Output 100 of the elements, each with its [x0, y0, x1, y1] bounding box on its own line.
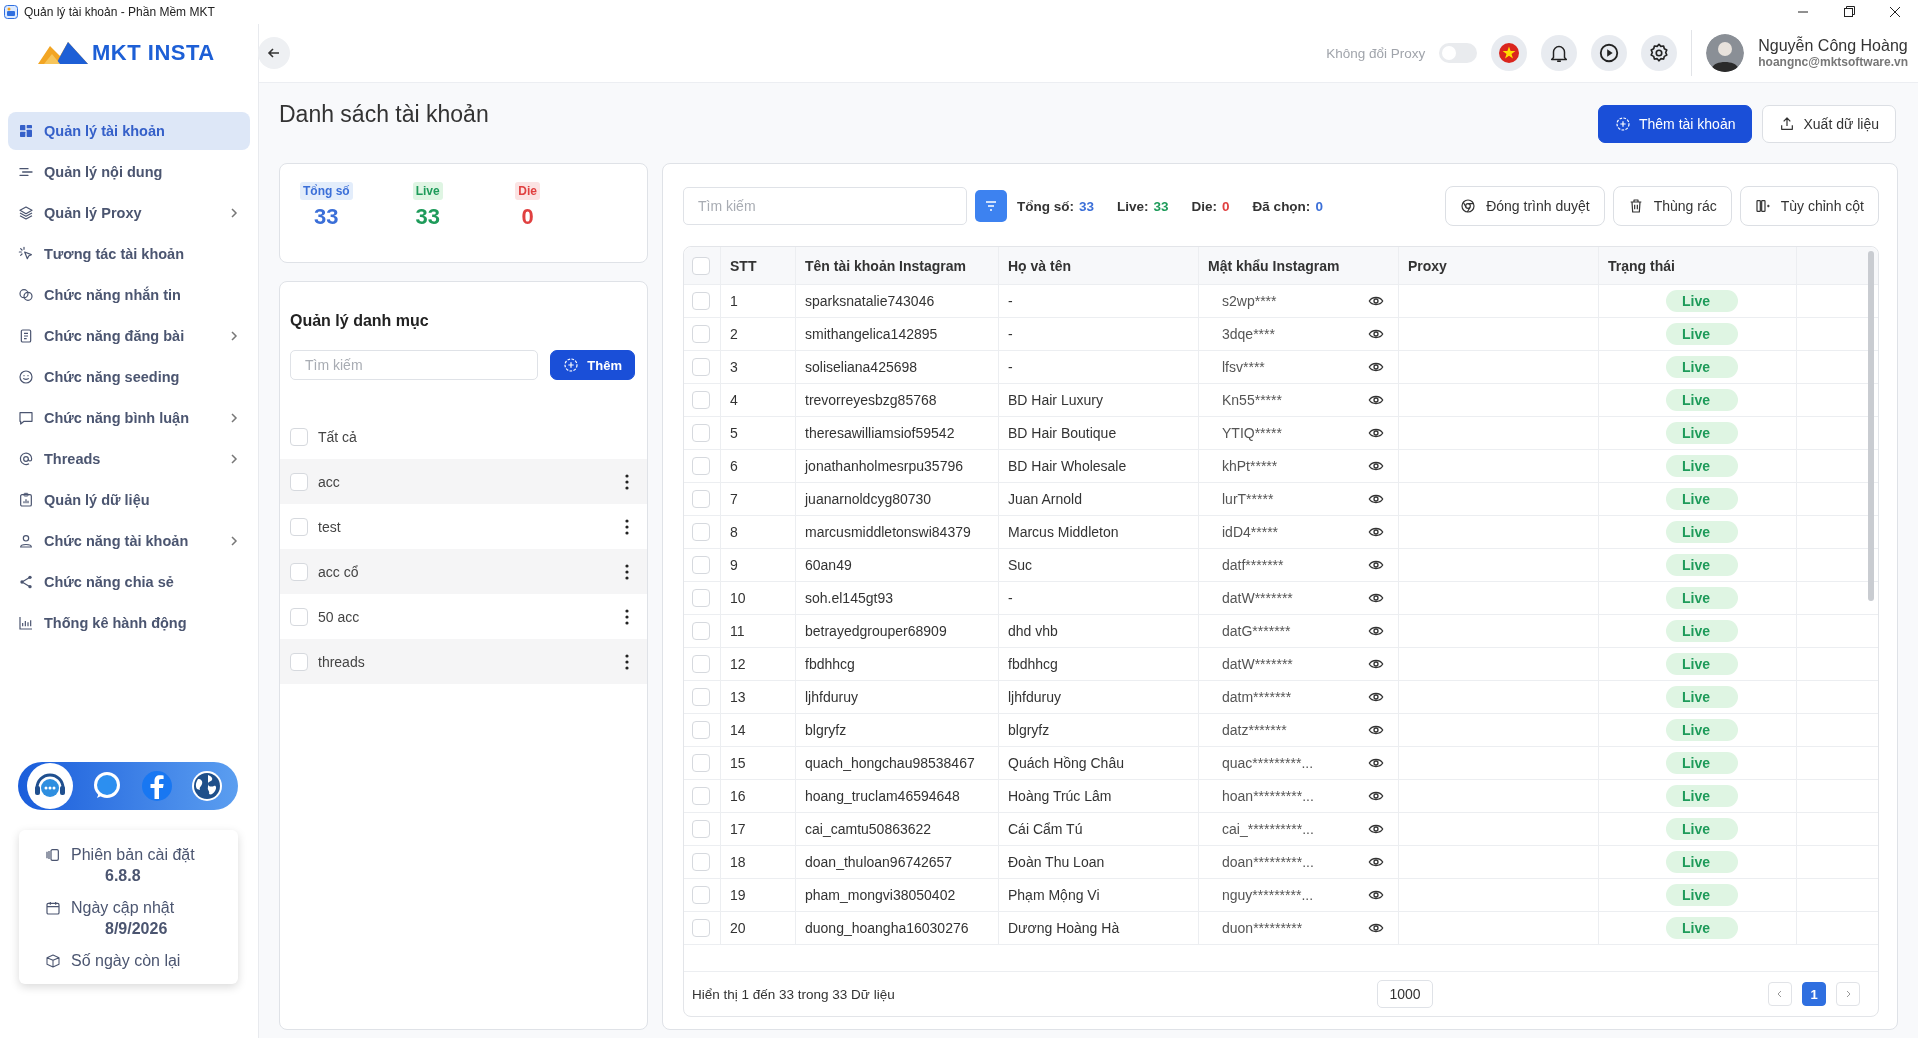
- checkbox[interactable]: [290, 472, 308, 491]
- table-cell: 15: [730, 755, 746, 771]
- filter-button[interactable]: [975, 190, 1007, 222]
- table-cell: -: [1008, 293, 1013, 309]
- more-icon[interactable]: [625, 653, 629, 670]
- chevron-right-icon: [228, 412, 240, 424]
- checkbox[interactable]: [692, 853, 710, 871]
- sidebar-item[interactable]: Chức năng bình luận: [8, 399, 250, 437]
- table-cell: -: [1008, 590, 1013, 606]
- table-cell: Cái Cẩm Tú: [1008, 821, 1083, 837]
- more-icon[interactable]: [625, 518, 629, 535]
- checkbox[interactable]: [290, 607, 308, 626]
- settings-button[interactable]: [1641, 35, 1678, 71]
- sidebar-item[interactable]: Chức năng chia sẻ: [8, 563, 250, 601]
- table-cell: 13: [730, 689, 746, 705]
- export-button[interactable]: Xuất dữ liệu: [1762, 105, 1896, 143]
- add-button[interactable]: Thêm: [550, 350, 635, 380]
- device-icon: [45, 847, 61, 863]
- sidebar-item[interactable]: Chức năng nhắn tin: [8, 276, 250, 314]
- more-icon[interactable]: [625, 473, 629, 490]
- status-badge: Live: [1666, 290, 1738, 312]
- status-badge: Live: [1666, 884, 1738, 906]
- back-button[interactable]: [258, 37, 290, 69]
- checkbox[interactable]: [692, 787, 710, 805]
- search-field[interactable]: Tìm kiếm: [290, 350, 539, 380]
- checkbox[interactable]: [692, 754, 710, 772]
- status-badge: Live: [1666, 488, 1738, 510]
- facebook-icon[interactable]: [140, 769, 174, 803]
- info-value: 8/9/2026: [105, 920, 169, 938]
- toolbar-button[interactable]: Tùy chỉnh cột: [1739, 186, 1879, 226]
- checkbox[interactable]: [692, 688, 710, 706]
- checkbox[interactable]: [290, 562, 308, 581]
- headset-chat-icon[interactable]: [26, 762, 74, 810]
- checkbox[interactable]: [692, 523, 710, 541]
- sidebar-item[interactable]: Chức năng đăng bài: [8, 317, 250, 355]
- page-title: Danh sách tài khoản: [279, 101, 489, 128]
- chevron-right-icon: [228, 330, 240, 342]
- sidebar-item[interactable]: Quản lý tài khoản: [8, 112, 250, 150]
- sidebar-item[interactable]: Quản lý dữ liệu: [8, 481, 250, 519]
- notification-button[interactable]: [1541, 35, 1578, 71]
- checkbox[interactable]: [692, 292, 710, 310]
- sidebar-item[interactable]: Quản lý nội dung: [8, 153, 250, 191]
- sidebar-item[interactable]: Threads: [8, 440, 250, 478]
- globe-icon[interactable]: [190, 769, 224, 803]
- avatar[interactable]: [1706, 34, 1745, 72]
- checkbox[interactable]: [692, 457, 710, 475]
- play-button[interactable]: [1591, 35, 1628, 71]
- checkbox[interactable]: [692, 622, 710, 640]
- toolbar-button[interactable]: Đóng trình duyệt: [1445, 186, 1605, 226]
- sidebar-item[interactable]: Quản lý Proxy: [8, 194, 250, 232]
- sidebar-item[interactable]: Thống kê hành động: [8, 604, 250, 642]
- checkbox[interactable]: [692, 886, 710, 904]
- checkbox[interactable]: [692, 424, 710, 442]
- checkbox[interactable]: [692, 820, 710, 838]
- status-badge: Live: [1666, 653, 1738, 675]
- checkbox[interactable]: [692, 490, 710, 508]
- table-cell: fbdhhcg: [805, 656, 855, 672]
- sidebar-item[interactable]: Chức năng tài khoản: [8, 522, 250, 560]
- columns-icon: [1754, 198, 1771, 214]
- sidebar-item[interactable]: Tương tác tài khoản: [8, 235, 250, 273]
- status-badge: Live: [1666, 455, 1738, 477]
- table-cell: YTIQ*****: [1222, 425, 1282, 441]
- table-cell: datG*******: [1222, 623, 1291, 639]
- checkbox[interactable]: [692, 256, 710, 275]
- checkbox[interactable]: [290, 517, 308, 536]
- table-cell: 9: [730, 557, 738, 573]
- add-account-button[interactable]: Thêm tài khoản: [1597, 105, 1753, 143]
- table-cell: 1: [730, 293, 738, 309]
- user-icon: [18, 533, 34, 549]
- more-icon[interactable]: [625, 608, 629, 625]
- table-cell: 60an49: [805, 557, 852, 573]
- checkbox[interactable]: [692, 919, 710, 937]
- checkbox[interactable]: [692, 391, 710, 409]
- checkbox[interactable]: [692, 358, 710, 376]
- at-sign-icon: [18, 451, 34, 467]
- flag-button[interactable]: [1491, 35, 1528, 71]
- checkbox[interactable]: [290, 652, 308, 671]
- table-cell: 19: [730, 887, 746, 903]
- checkbox[interactable]: [692, 721, 710, 739]
- page-size-field[interactable]: 1000: [1377, 980, 1433, 1008]
- page-button[interactable]: 1: [1802, 982, 1826, 1006]
- checkbox[interactable]: [692, 325, 710, 343]
- checkbox[interactable]: [290, 427, 308, 446]
- scrollbar[interactable]: [1868, 251, 1874, 601]
- comment-icon: [18, 410, 34, 426]
- search-field[interactable]: Tìm kiếm: [683, 187, 967, 225]
- table-cell: Suc: [1008, 557, 1033, 573]
- checkbox[interactable]: [692, 655, 710, 673]
- table-cell: quac*********...: [1222, 755, 1314, 771]
- table-cell: nguy*********...: [1222, 887, 1314, 903]
- more-icon[interactable]: [625, 563, 629, 580]
- summary-value: 33: [1153, 198, 1169, 214]
- document-icon: [18, 328, 34, 344]
- summary-label: Live:: [1117, 198, 1149, 214]
- toolbar-button[interactable]: Thùng rác: [1612, 186, 1732, 226]
- table-cell: Marcus Middleton: [1008, 524, 1119, 540]
- checkbox[interactable]: [692, 589, 710, 607]
- sidebar-item[interactable]: Chức năng seeding: [8, 358, 250, 396]
- user-email: hoangnc@mktsoftware.vn: [1758, 55, 1908, 69]
- checkbox[interactable]: [692, 556, 710, 574]
